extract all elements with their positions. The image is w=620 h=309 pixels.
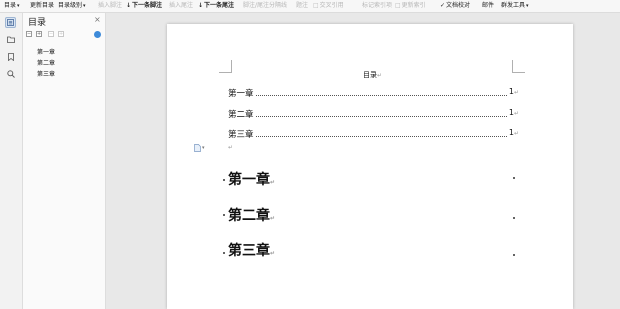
ribbon-button-label: 更新目录	[30, 2, 55, 9]
next-footnote-icon: ↓	[126, 2, 132, 9]
ribbon-button-2[interactable]: 目录级别 ▾	[58, 0, 86, 12]
toc-page-number: 1↵	[507, 87, 519, 96]
paste-options-button[interactable]: ▾	[194, 144, 205, 152]
toc-leader-dots	[256, 95, 513, 96]
document-page[interactable]: 目录↵ 第一章 1↵ 第二章 1↵ 第三章 1↵ ↵ ▾ 第一章↵ 第二章↵ 第…	[167, 24, 573, 309]
ribbon-button-0[interactable]: 目录 ▾	[4, 0, 20, 12]
demote-button[interactable]: −	[48, 31, 54, 37]
cross-reference-icon: □	[313, 2, 319, 9]
ribbon-button-label: 目录级别	[58, 2, 83, 9]
ribbon-button-13[interactable]: 邮件	[482, 0, 494, 12]
chevron-down-icon: ▾	[526, 3, 529, 9]
ribbon-button-label: 更新索引	[401, 2, 426, 9]
paragraph-mark: ↵	[228, 144, 234, 151]
left-tool-strip	[0, 13, 23, 309]
heading-chapter-3: 第三章↵	[228, 243, 276, 259]
collapse-all-button[interactable]: −	[26, 31, 32, 37]
close-icon[interactable]: ×	[94, 15, 101, 24]
ribbon-button-6[interactable]: ↓ 下一条尾注	[198, 0, 234, 12]
heading-chapter-1: 第一章↵	[228, 172, 276, 188]
toc-page-number: 1↵	[507, 128, 519, 137]
ribbon-button-1[interactable]: 更新目录	[30, 0, 54, 12]
panel-settings-icon[interactable]	[94, 31, 101, 38]
heading-marker	[223, 214, 225, 216]
heading-marker	[223, 252, 225, 254]
ribbon-button-9[interactable]: □ 交叉引用	[313, 0, 344, 12]
ribbon-button-3[interactable]: 插入脚注	[98, 0, 122, 12]
ribbon-button-12[interactable]: ✓ 文档校对	[440, 0, 470, 12]
margin-corner-top-right	[512, 60, 525, 73]
ribbon-button-label: 题注	[296, 2, 309, 9]
ribbon-button-label: 邮件	[482, 2, 495, 9]
bookmark-icon[interactable]	[5, 51, 16, 62]
toc-leader-dots	[256, 116, 513, 117]
ribbon-button-label: 脚注/尾注分隔线	[243, 2, 288, 9]
next-endnote-icon: ↓	[198, 2, 204, 9]
chevron-down-icon: ▾	[17, 3, 20, 9]
ribbon-button-label: 插入尾注	[169, 2, 194, 9]
ribbon-button-label: 下一条脚注	[132, 2, 163, 9]
margin-marker	[513, 177, 515, 179]
ribbon-toolbar: 目录 ▾ 更新目录 目录级别 ▾ 插入脚注 ↓ 下一条脚注 插入尾注 ↓ 下一条尾注 脚注/尾注分隔线…	[0, 0, 620, 13]
ribbon-button-4[interactable]: ↓ 下一条脚注	[126, 0, 162, 12]
expand-all-button[interactable]: +	[36, 31, 42, 37]
promote-button[interactable]: +	[58, 31, 64, 37]
chevron-down-icon: ▾	[202, 145, 205, 151]
ribbon-button-label: 下一条尾注	[204, 2, 235, 9]
folder-icon[interactable]	[5, 34, 16, 45]
margin-marker	[513, 254, 515, 256]
paste-options-icon	[194, 144, 201, 152]
ribbon-button-10[interactable]: 标记索引项	[362, 0, 392, 12]
toc-entry-chapter-2[interactable]: 第二章 1↵	[228, 108, 519, 120]
ribbon-button-label: 插入脚注	[98, 2, 123, 9]
ribbon-button-label: 交叉引用	[319, 2, 344, 9]
ribbon-button-11[interactable]: □ 更新索引	[395, 0, 426, 12]
heading-marker	[223, 179, 225, 181]
ribbon-button-label: 群发工具	[501, 2, 526, 9]
toc-page-number: 1↵	[507, 108, 519, 117]
ribbon-button-14[interactable]: 群发工具 ▾	[501, 0, 529, 12]
update-index-icon: □	[395, 2, 401, 9]
ribbon-button-label: 文档校对	[446, 2, 471, 9]
proofread-icon: ✓	[440, 2, 446, 9]
nav-item-chapter-2[interactable]: 第二章	[37, 58, 55, 67]
chevron-down-icon: ▾	[83, 3, 86, 9]
ribbon-button-5[interactable]: 插入尾注	[169, 0, 193, 12]
margin-corner-top-left	[219, 60, 232, 73]
ribbon-button-label: 标记索引项	[362, 2, 393, 9]
panel-title: 目录	[28, 18, 47, 28]
toc-heading: 目录↵	[363, 71, 383, 79]
ribbon-button-label: 目录	[4, 2, 17, 9]
search-icon[interactable]	[5, 68, 16, 79]
toc-entry-chapter-3[interactable]: 第三章 1↵	[228, 128, 519, 140]
nav-item-chapter-1[interactable]: 第一章	[37, 47, 55, 56]
nav-item-chapter-3[interactable]: 第三章	[37, 69, 55, 78]
heading-chapter-2: 第二章↵	[228, 208, 276, 224]
outline-icon[interactable]	[5, 17, 16, 28]
toc-navigation-panel: 目录 × − + − + 第一章 第二章 第三章	[23, 13, 106, 309]
toc-entry-chapter-1[interactable]: 第一章 1↵	[228, 87, 519, 99]
margin-marker	[513, 217, 515, 219]
ribbon-button-7[interactable]: 脚注/尾注分隔线	[243, 0, 287, 12]
ribbon-button-8[interactable]: 题注	[296, 0, 308, 12]
toc-leader-dots	[256, 136, 513, 137]
